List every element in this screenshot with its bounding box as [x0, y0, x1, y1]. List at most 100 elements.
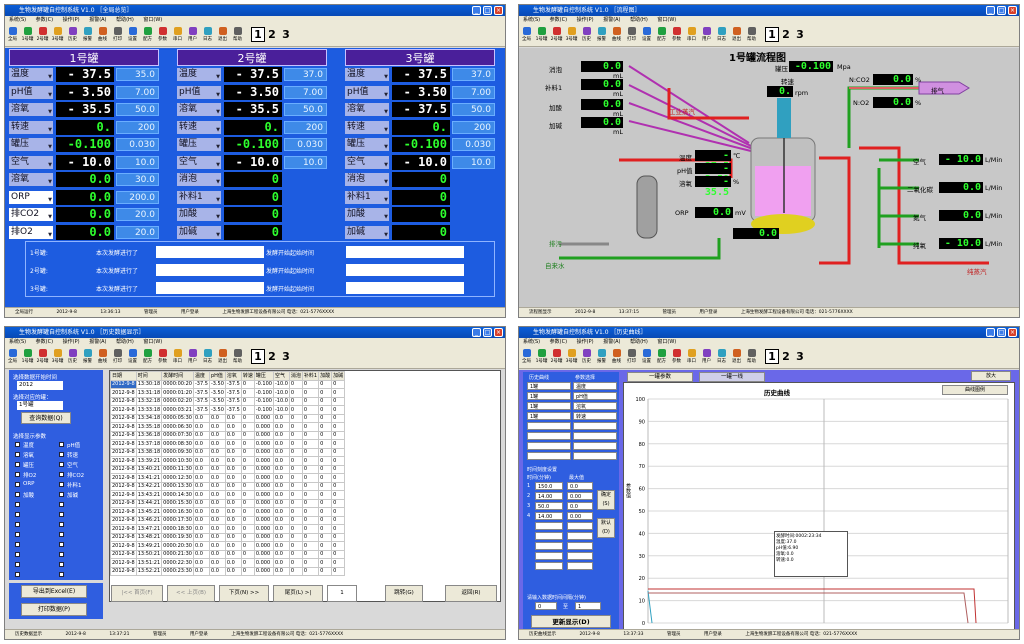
range-time-input[interactable]: 50.0	[535, 502, 563, 510]
menu-system[interactable]: 系统(S)	[9, 339, 26, 345]
toolbar-button[interactable]: 2号罐	[35, 26, 50, 46]
param-setpoint[interactable]: 50.0	[116, 103, 159, 116]
toolbar-button[interactable]: 3号罐	[50, 26, 65, 46]
toolbar-button[interactable]: 1号罐	[20, 26, 35, 46]
param-setpoint[interactable]: 35.0	[116, 68, 159, 81]
start-time-input[interactable]: 2012	[17, 381, 63, 390]
param-checkbox[interactable]	[15, 502, 20, 507]
page-button[interactable]: 3	[793, 350, 807, 363]
column-header[interactable]: 时间	[135, 371, 163, 381]
toolbar-button[interactable]: 帮助	[744, 348, 759, 368]
param-setpoint[interactable]: 0.030	[116, 138, 159, 151]
range-time-input[interactable]	[535, 542, 563, 550]
menu-system[interactable]: 系统(S)	[523, 339, 540, 345]
first-page-button[interactable]: |<< 首页(F)	[111, 585, 163, 602]
range-max-input[interactable]	[567, 552, 593, 560]
toolbar-button[interactable]: 帮助	[744, 26, 759, 46]
toolbar-button[interactable]: 日志	[200, 348, 215, 368]
param-setpoint[interactable]: 10.0	[452, 155, 495, 169]
toolbar-button[interactable]: 报警	[594, 348, 609, 368]
menu-alarm[interactable]: 报警(A)	[89, 17, 106, 23]
param-checkbox[interactable]	[15, 462, 20, 467]
tab-tank-line[interactable]: 一罐一线	[699, 372, 765, 382]
param-setpoint[interactable]: 20.0	[116, 208, 159, 221]
curve-param-select[interactable]: pH值	[573, 392, 617, 400]
param-setpoint[interactable]: 30.0	[116, 173, 159, 186]
table-row[interactable]: 2012-9-8 13:38:18 0000:09:30 0.0 0.0 0.0 0 0.00…	[110, 447, 346, 457]
prev-page-button[interactable]: << 上页(B)	[167, 585, 215, 602]
batch-duration-field[interactable]	[156, 282, 264, 294]
return-button[interactable]: 返回(R)	[445, 585, 497, 602]
range-max-input[interactable]	[567, 522, 593, 530]
table-row[interactable]: 2012-9-8 13:34:18 0000:05:30 0.0 0.0 0.0 0 0.00…	[110, 413, 346, 423]
range-max-input[interactable]: 0.00	[567, 492, 593, 500]
toolbar-button[interactable]: 参数	[155, 348, 170, 368]
ok-button[interactable]: 确定(S)	[597, 490, 615, 510]
toolbar-button[interactable]: 配方	[654, 26, 669, 46]
param-setpoint[interactable]: 0.030	[452, 138, 495, 151]
next-page-button[interactable]: 下页(N) >>	[219, 585, 269, 602]
toolbar-button[interactable]: 设置	[125, 26, 140, 46]
toolbar-button[interactable]: 全局	[5, 26, 20, 46]
curve-tank-select[interactable]	[527, 432, 571, 440]
column-header[interactable]: 加酸	[318, 371, 333, 381]
curve-param-select[interactable]	[573, 432, 617, 440]
table-row[interactable]: 2012-9-8 13:30:18 0000:00:20 -37.5 -3.50 -37.…	[110, 379, 346, 389]
curve-param-select[interactable]: 转速	[573, 412, 617, 420]
batch-start-field[interactable]	[346, 264, 464, 276]
minimize-button[interactable]: _	[986, 6, 995, 15]
range-max-input[interactable]: 0.0	[567, 502, 593, 510]
param-checkbox[interactable]	[59, 482, 64, 487]
column-header[interactable]: 补料1	[301, 371, 320, 381]
table-row[interactable]: 2012-9-8 13:39:21 0000:10:30 0.0 0.0 0.0 0 0.00…	[110, 456, 346, 466]
curve-tank-select[interactable]: 1罐	[527, 412, 571, 420]
column-header[interactable]: 罐压	[253, 371, 274, 381]
menu-operate[interactable]: 操作(P)	[63, 17, 80, 23]
menu-alarm[interactable]: 报警(A)	[603, 339, 620, 345]
table-row[interactable]: 2012-9-8 13:31:18 0000:01:20 -37.5 -3.50 -37.…	[110, 388, 346, 398]
range-time-input[interactable]	[535, 562, 563, 570]
toolbar-button[interactable]: 日志	[714, 26, 729, 46]
toolbar-button[interactable]: 全局	[519, 26, 534, 46]
column-header[interactable]: 发酵时间	[161, 371, 194, 381]
toolbar-button[interactable]: 2号罐	[35, 348, 50, 368]
curve-tank-select[interactable]	[527, 442, 571, 450]
menu-window[interactable]: 窗口(W)	[657, 339, 676, 345]
param-select[interactable]: 转速 ▼	[9, 120, 53, 134]
page-button[interactable]: 3	[793, 28, 807, 41]
toolbar-button[interactable]: 3号罐	[564, 26, 579, 46]
menu-system[interactable]: 系统(S)	[523, 17, 540, 23]
table-row[interactable]: 2012-9-8 13:41:21 0000:12:30 0.0 0.0 0.0 0 0.00…	[110, 473, 346, 483]
toolbar-button[interactable]: 打印	[110, 348, 125, 368]
toolbar-button[interactable]: 用户	[699, 348, 714, 368]
refresh-display-button[interactable]: 更新显示(D)	[531, 615, 611, 628]
toolbar-button[interactable]: 设置	[639, 348, 654, 368]
param-select[interactable]: 罐压 ▼	[9, 138, 53, 151]
param-checkbox[interactable]	[59, 522, 64, 527]
param-checkbox[interactable]	[59, 492, 64, 497]
goto-button[interactable]: 跳转(G)	[385, 585, 423, 602]
range-time-input[interactable]	[535, 522, 563, 530]
table-row[interactable]: 2012-9-8 13:52:21 0000:23:30 0.0 0.0 0.0 0 0.00…	[110, 566, 346, 576]
toolbar-button[interactable]: 1号罐	[534, 348, 549, 368]
menu-operate[interactable]: 操作(P)	[63, 339, 80, 345]
menu-help[interactable]: 帮助(H)	[116, 17, 134, 23]
range-time-input[interactable]: 150.0	[535, 482, 563, 490]
param-checkbox[interactable]	[15, 562, 20, 567]
table-row[interactable]: 2012-9-8 13:51:21 0000:22:30 0.0 0.0 0.0 0 0.00…	[110, 558, 346, 568]
toolbar-button[interactable]: 打印	[624, 26, 639, 46]
toolbar-button[interactable]: 设置	[125, 348, 140, 368]
curve-param-select[interactable]	[573, 422, 617, 430]
toolbar-button[interactable]: 全局	[5, 348, 20, 368]
table-row[interactable]: 2012-9-8 13:49:21 0000:20:30 0.0 0.0 0.0 0 0.00…	[110, 541, 346, 551]
toolbar-button[interactable]: 2号罐	[549, 348, 564, 368]
table-row[interactable]: 2012-9-8 13:50:21 0000:21:30 0.0 0.0 0.0 0 0.00…	[110, 549, 346, 559]
param-checkbox[interactable]	[15, 522, 20, 527]
curve-param-select[interactable]	[573, 452, 617, 460]
page-number-input[interactable]: 1	[327, 585, 357, 602]
table-row[interactable]: 2012-9-8 13:45:21 0000:16:30 0.0 0.0 0.0 0 0.00…	[110, 507, 346, 517]
tab-tank-params[interactable]: 一罐参数	[627, 372, 693, 382]
param-select[interactable]: 罐压 ▼	[345, 138, 389, 151]
param-setpoint[interactable]: 200	[284, 120, 327, 134]
menu-alarm[interactable]: 报警(A)	[89, 339, 106, 345]
